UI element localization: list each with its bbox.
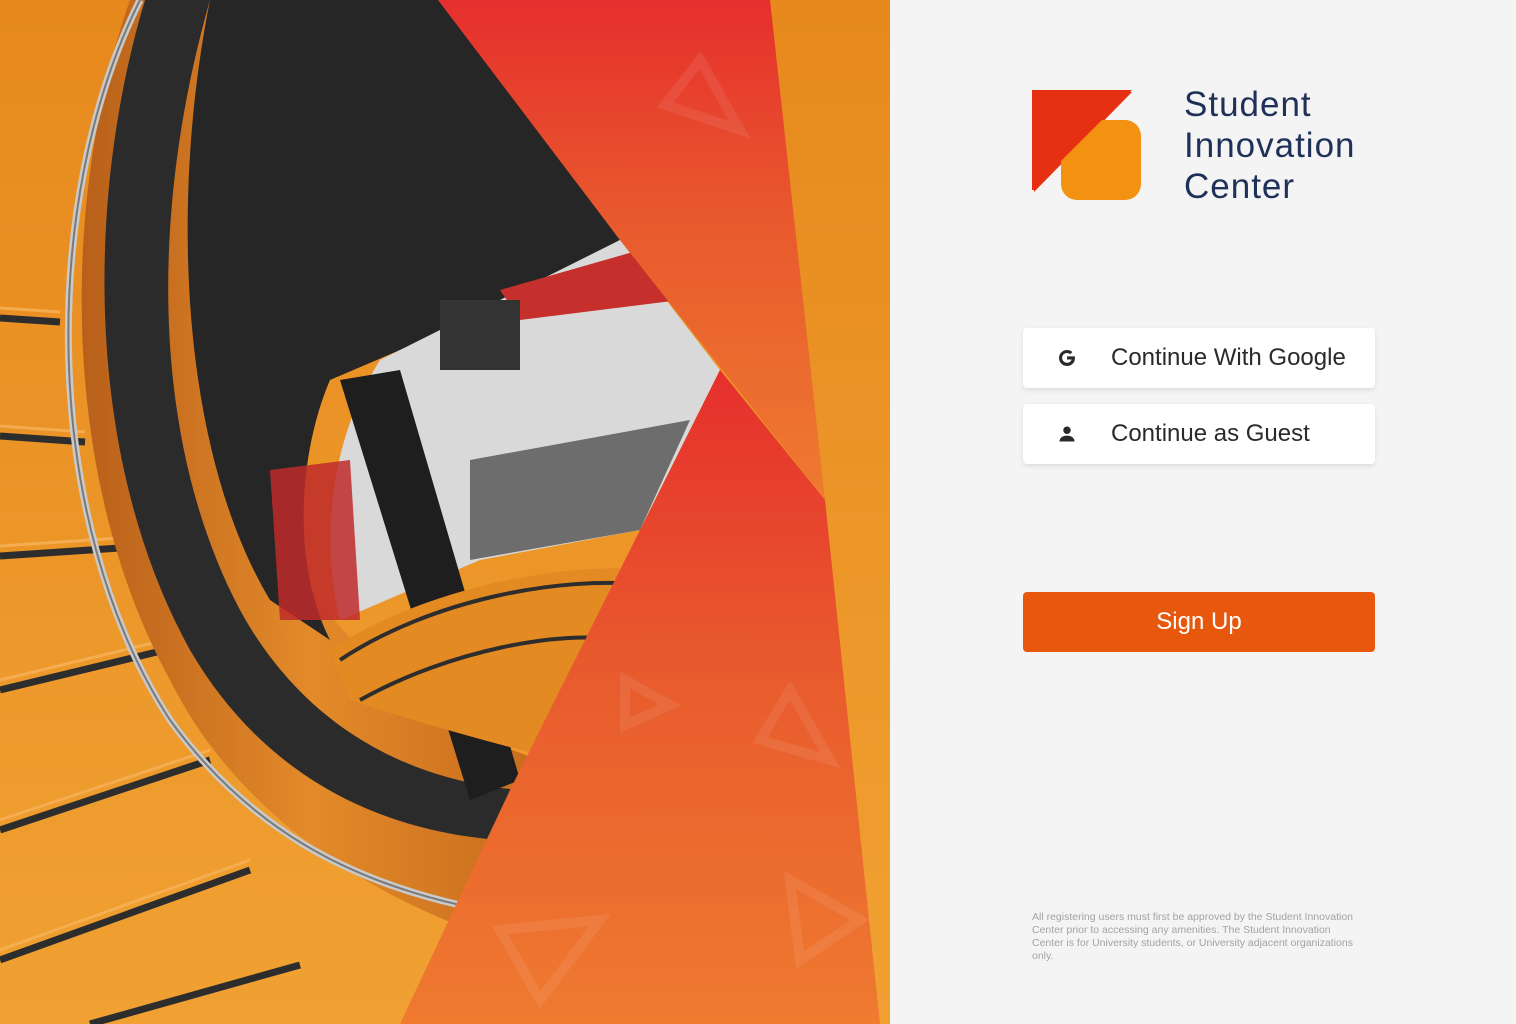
brand-title-line-3: Center xyxy=(1184,167,1296,206)
google-g-icon xyxy=(1023,328,1111,388)
disclaimer-text: All registering users must first be appr… xyxy=(1032,911,1354,962)
continue-with-google-button[interactable]: Continue With Google xyxy=(1023,328,1375,388)
brand-title-line-1: Student xyxy=(1184,85,1312,124)
sign-up-button[interactable]: Sign Up xyxy=(1023,592,1375,652)
hero-image xyxy=(0,0,890,1024)
brand-title-line-2: Innovation xyxy=(1184,126,1356,165)
continue-as-guest-button[interactable]: Continue as Guest xyxy=(1023,404,1375,464)
google-button-label: Continue With Google xyxy=(1111,344,1346,371)
brand-title: Student Innovation Center xyxy=(1184,84,1356,207)
guest-button-label: Continue as Guest xyxy=(1111,420,1310,447)
login-page: Student Innovation Center Continue With … xyxy=(0,0,1516,1024)
sic-logo-icon xyxy=(1032,90,1142,202)
person-icon xyxy=(1023,404,1111,464)
